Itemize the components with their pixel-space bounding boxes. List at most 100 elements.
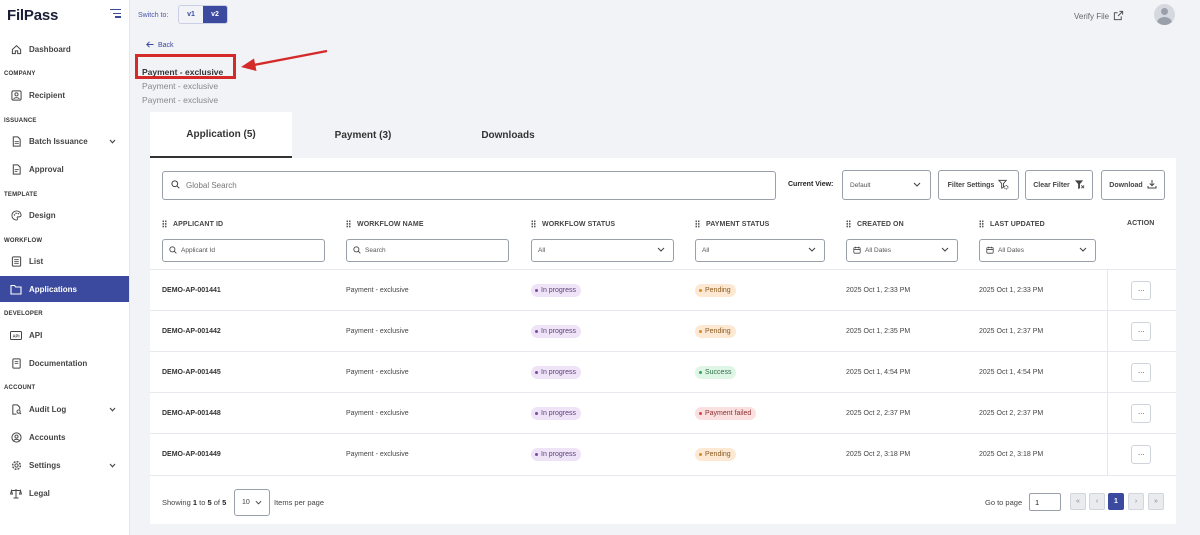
status-badge: In progress [531, 407, 582, 420]
avatar[interactable] [1154, 4, 1175, 25]
sidebar-item-label: Settings [29, 460, 61, 470]
go-to-page-input[interactable] [1029, 493, 1061, 511]
row-actions-button[interactable]: ··· [1131, 281, 1151, 300]
sidebar-item-legal[interactable]: Legal [0, 480, 129, 506]
current-view-select[interactable]: Default [842, 170, 931, 200]
applicant-id-filter[interactable] [162, 239, 325, 262]
sidebar-item-label: Approval [29, 164, 64, 174]
items-per-page-select[interactable]: 10 [234, 489, 270, 516]
row-actions-button[interactable]: ··· [1131, 404, 1151, 423]
section-template: TEMPLATE [4, 192, 38, 198]
version-v1-button[interactable]: v1 [179, 6, 203, 23]
global-search[interactable] [162, 171, 776, 200]
drag-handle-icon[interactable] [346, 220, 351, 228]
sidebar-item-documentation[interactable]: Documentation [0, 350, 129, 376]
sidebar-item-accounts[interactable]: Accounts [0, 424, 129, 450]
sidebar-item-settings[interactable]: Settings [0, 452, 129, 478]
tab-downloads[interactable]: Downloads [437, 112, 579, 158]
column-header-workflow-status[interactable]: WORKFLOW STATUS [531, 220, 615, 228]
audit-document-icon [10, 403, 22, 415]
sidebar-item-applications[interactable]: Applications [0, 276, 129, 302]
workflow-name-filter[interactable] [346, 239, 509, 262]
last-updated-date-filter[interactable]: All Dates [979, 239, 1096, 262]
applicant-id-input[interactable] [181, 247, 301, 254]
column-header-last-updated[interactable]: LAST UPDATED [979, 220, 1045, 228]
sidebar-item-label: List [29, 256, 44, 266]
column-header-applicant-id[interactable]: APPLICANT ID [162, 220, 223, 228]
table-row[interactable]: DEMO-AP-001441 Payment - exclusive In pr… [150, 269, 1176, 311]
sidebar-item-list[interactable]: List [0, 248, 129, 274]
sidebar-item-audit-log[interactable]: Audit Log [0, 396, 129, 422]
prev-page-button[interactable]: ‹ [1089, 493, 1105, 510]
cell-payment-status: Pending [695, 311, 736, 352]
external-link-icon [1113, 10, 1124, 23]
filter-settings-button[interactable]: Filter Settings [938, 170, 1019, 200]
chevron-down-icon [913, 182, 921, 189]
first-page-button[interactable]: « [1070, 493, 1086, 510]
cell-workflow-name: Payment - exclusive [346, 410, 409, 417]
table-row[interactable]: DEMO-AP-001449 Payment - exclusive In pr… [150, 433, 1176, 475]
arrow-left-icon [146, 41, 154, 50]
tab-application[interactable]: Application (5) [150, 112, 292, 158]
menu-collapse-icon[interactable] [110, 9, 121, 18]
cell-applicant-id: DEMO-AP-001441 [162, 287, 221, 294]
column-header-payment-status[interactable]: PAYMENT STATUS [695, 220, 769, 228]
drag-handle-icon[interactable] [531, 220, 536, 228]
table-row[interactable]: DEMO-AP-001448 Payment - exclusive In pr… [150, 392, 1176, 434]
clear-filter-button[interactable]: Clear Filter [1025, 170, 1093, 200]
cell-created-on: 2025 Oct 1, 2:33 PM [846, 287, 911, 294]
gear-icon [10, 459, 22, 471]
workflow-status-select[interactable]: All [531, 239, 674, 262]
table-row[interactable]: DEMO-AP-001445 Payment - exclusive In pr… [150, 351, 1176, 393]
table-row[interactable]: DEMO-AP-001442 Payment - exclusive In pr… [150, 310, 1176, 352]
download-icon [1147, 179, 1157, 191]
sidebar-item-approval[interactable]: Approval [0, 156, 129, 182]
filpass-logo[interactable]: FilPass [7, 7, 58, 24]
sidebar-item-api[interactable]: API API [0, 322, 129, 348]
sidebar-item-dashboard[interactable]: Dashboard [0, 36, 129, 62]
tab-payment[interactable]: Payment (3) [292, 112, 434, 158]
download-button[interactable]: Download [1101, 170, 1165, 200]
drag-handle-icon[interactable] [979, 220, 984, 228]
chevron-down-icon [109, 461, 116, 470]
search-input[interactable] [186, 181, 756, 190]
items-per-page-label: Items per page [274, 498, 325, 507]
status-badge: Pending [695, 284, 736, 297]
created-on-value: All Dates [865, 247, 892, 254]
sidebar-item-recipient[interactable]: Recipient [0, 82, 129, 108]
verify-file-link[interactable]: Verify File [1074, 10, 1124, 23]
column-header-created-on[interactable]: CREATED ON [846, 220, 904, 228]
column-header-workflow-name[interactable]: WORKFLOW NAME [346, 220, 424, 228]
payment-status-select[interactable]: All [695, 239, 825, 262]
status-badge: Payment failed [695, 407, 757, 420]
drag-handle-icon[interactable] [846, 220, 851, 228]
column-header-label: APPLICANT ID [173, 220, 224, 228]
next-page-button[interactable]: › [1128, 493, 1144, 510]
status-badge: Success [695, 366, 737, 379]
created-on-date-filter[interactable]: All Dates [846, 239, 958, 262]
sidebar: FilPass Dashboard COMPANY Recipient ISSU… [0, 0, 130, 535]
column-header-action: ACTION [1127, 220, 1154, 227]
version-v2-button[interactable]: v2 [203, 6, 227, 23]
sidebar-item-design[interactable]: Design [0, 202, 129, 228]
back-link[interactable]: Back [146, 41, 174, 50]
row-actions-button[interactable]: ··· [1131, 445, 1151, 464]
last-page-button[interactable]: » [1148, 493, 1164, 510]
sidebar-item-batch-issuance[interactable]: Batch Issuance [0, 128, 129, 154]
version-switch: v1 v2 [178, 5, 228, 24]
cell-created-on: 2025 Oct 2, 3:18 PM [846, 451, 911, 458]
cell-created-on: 2025 Oct 1, 2:35 PM [846, 328, 911, 335]
book-icon [10, 357, 22, 369]
drag-handle-icon[interactable] [695, 220, 700, 228]
drag-handle-icon[interactable] [162, 220, 167, 228]
cell-workflow-status: In progress [531, 352, 582, 393]
page-1-button[interactable]: 1 [1108, 493, 1124, 510]
cell-created-on: 2025 Oct 1, 4:54 PM [846, 369, 911, 376]
applications-card: Current View: Default Filter Settings Cl… [150, 158, 1176, 524]
row-actions-button[interactable]: ··· [1131, 363, 1151, 382]
workflow-name-input[interactable] [365, 247, 485, 254]
column-header-label: LAST UPDATED [990, 220, 1045, 228]
cell-workflow-status: In progress [531, 270, 582, 311]
document-icon [10, 163, 22, 175]
row-actions-button[interactable]: ··· [1131, 322, 1151, 341]
